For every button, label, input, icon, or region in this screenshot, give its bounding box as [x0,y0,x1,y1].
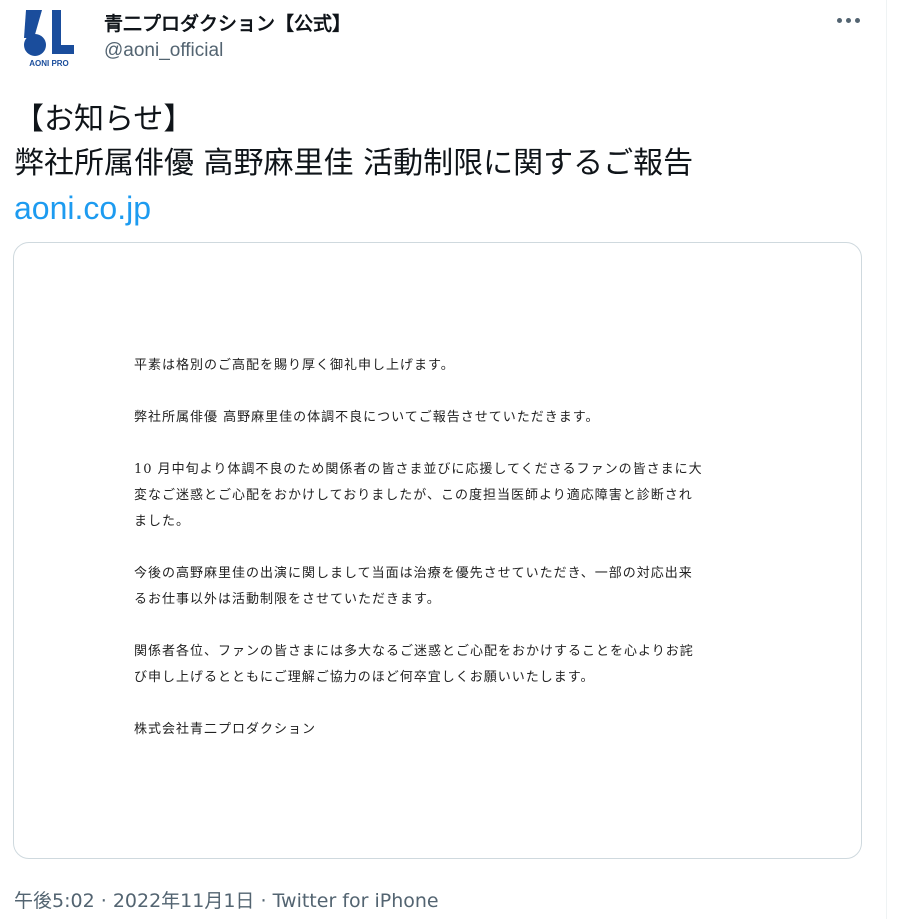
avatar-logo-text: AONI PRO [29,59,69,68]
tweet-date[interactable]: 2022年11月1日 [113,890,255,912]
document-line: 今後の高野麻里佳の出演に関しまして当面は治療を優先させていただき、一部の対応出来 [134,566,693,581]
document-line: 弊社所属俳優 高野麻里佳の体調不良についてご報告させていただきます。 [134,410,600,425]
document-line: 変なご迷惑とご心配をおかけしておりましたが、この度担当医師より適応障害と診断され [134,488,693,503]
more-dots-icon [854,17,860,23]
meta-separator: · [260,890,267,912]
document-line: 10 月中旬より体調不良のため関係者の皆さま並びに応援してくださるファンの皆さま… [134,462,703,477]
tweet-text-line: 【お知らせ】 [14,102,194,137]
document-line: 平素は格別のご高配を賜り厚く御礼申し上げます。 [134,358,455,373]
tweet-text: 【お知らせ】 弊社所属俳優 高野麻里佳 活動制限に関するご報告 aoni.co.… [14,98,874,230]
more-dots-icon [836,17,842,23]
document-line: るお仕事以外は活動制限をさせていただきます。 [134,592,441,607]
tweet-link[interactable]: aoni.co.jp [14,186,874,230]
tweet-time[interactable]: 午後5:02 [14,890,95,912]
media-card-image[interactable]: 平素は格別のご高配を賜り厚く御礼申し上げます。 弊社所属俳優 高野麻里佳の体調不… [13,242,862,859]
more-options-button[interactable] [830,10,866,30]
more-dots-icon [845,17,851,23]
document-line: ました。 [134,514,191,529]
avatar[interactable]: AONI PRO [16,8,82,70]
author-handle[interactable]: @aoni_official [104,40,223,62]
meta-separator: · [100,890,107,912]
column-divider [886,0,887,919]
tweet-meta: 午後5:02 · 2022年11月1日 · Twitter for iPhone [14,886,439,913]
tweet-text-line: 弊社所属俳優 高野麻里佳 活動制限に関するご報告 [14,146,694,181]
aoni-pro-logo-icon: AONI PRO [24,10,74,68]
announcement-document: 平素は格別のご高配を賜り厚く御礼申し上げます。 弊社所属俳優 高野麻里佳の体調不… [134,353,754,743]
tweet-source[interactable]: Twitter for iPhone [273,890,439,912]
document-line: 関係者各位、ファンの皆さまには多大なるご迷惑とご心配をおかけすることを心よりお詫 [134,644,694,659]
author-display-name[interactable]: 青二プロダクション【公式】 [104,9,351,36]
document-signature: 株式会社青二プロダクション [134,722,317,737]
document-line: び申し上げるとともにご理解ご協力のほど何卒宜しくお願いいたします。 [134,670,595,685]
